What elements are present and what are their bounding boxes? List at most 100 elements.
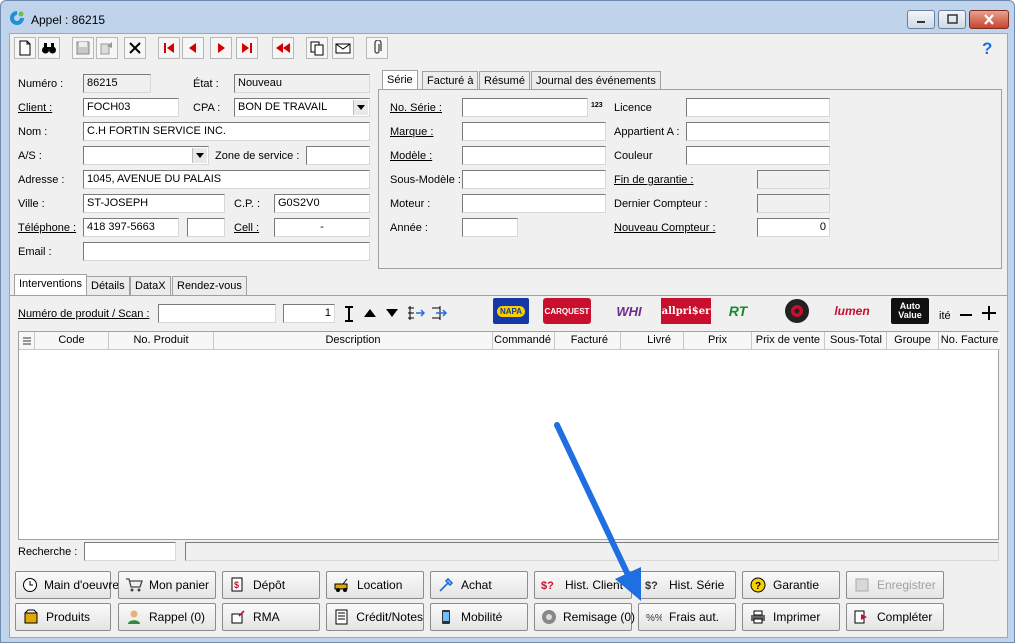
new-button[interactable]	[14, 37, 36, 59]
title-bar[interactable]: Appel : 86215	[1, 1, 1014, 33]
marque-field[interactable]	[462, 122, 606, 141]
appartient-field[interactable]	[686, 122, 830, 141]
adresse-field[interactable]: 1045, AVENUE DU PALAIS	[83, 170, 370, 189]
tab-interventions[interactable]: Interventions	[14, 274, 87, 295]
moteur-field[interactable]	[462, 194, 606, 213]
modele-label-link[interactable]: Modèle :	[390, 150, 432, 162]
allpriser-logo[interactable]: allpri$er	[661, 298, 711, 324]
col-no-produit[interactable]: No. Produit	[109, 332, 214, 350]
cell-label-link[interactable]: Cell :	[234, 222, 259, 234]
col-no-facture[interactable]: No. Facture	[939, 332, 1000, 350]
col-code[interactable]: Code	[35, 332, 109, 350]
enregistrer-button[interactable]: Enregistrer	[846, 571, 944, 599]
nouveau-compteur-label-link[interactable]: Nouveau Compteur :	[614, 222, 716, 234]
autovalue-logo[interactable]: Auto Value	[891, 298, 929, 324]
close-button[interactable]	[969, 10, 1009, 29]
telephone-label-link[interactable]: Téléphone :	[18, 222, 76, 234]
rma-button[interactable]: RMA	[222, 603, 320, 631]
cell-field[interactable]: -	[274, 218, 370, 237]
tab-serie[interactable]: Série	[382, 70, 418, 91]
fin-garantie-label-link[interactable]: Fin de garantie :	[614, 174, 694, 186]
recherche-field[interactable]	[84, 542, 176, 561]
mobilite-button[interactable]: Mobilité	[430, 603, 528, 631]
last-record-button[interactable]	[236, 37, 258, 59]
col-prix[interactable]: Prix	[684, 332, 752, 350]
col-livre[interactable]: Livré	[621, 332, 684, 350]
qty-field[interactable]: 1	[283, 304, 335, 323]
indent-icon[interactable]	[407, 305, 425, 321]
tab-details[interactable]: Détails	[86, 276, 130, 295]
outdent-icon[interactable]	[431, 305, 449, 321]
col-prix-vente[interactable]: Prix de vente	[752, 332, 825, 350]
email-button[interactable]	[332, 37, 354, 59]
telephone-field[interactable]: 418 397-5663	[83, 218, 179, 237]
delete-button[interactable]	[124, 37, 146, 59]
napa-logo[interactable]: NAPA	[493, 298, 529, 324]
tab-rendez-vous[interactable]: Rendez-vous	[172, 276, 247, 295]
duplicate-button[interactable]	[306, 37, 328, 59]
minus-icon[interactable]	[960, 310, 972, 320]
move-down-icon[interactable]	[385, 308, 399, 318]
garantie-button[interactable]: ? Garantie	[742, 571, 840, 599]
scan-field[interactable]	[158, 304, 276, 323]
licence-field[interactable]	[686, 98, 830, 117]
email-field[interactable]	[83, 242, 370, 261]
tab-facture-a[interactable]: Facturé à	[422, 71, 479, 90]
credit-notes-button[interactable]: Crédit/Notes	[326, 603, 424, 631]
whi-logo[interactable]: WHI	[609, 298, 649, 324]
cpa-select[interactable]: BON DE TRAVAIL	[234, 98, 370, 117]
couleur-field[interactable]	[686, 146, 830, 165]
next-record-button[interactable]	[210, 37, 232, 59]
first-record-button[interactable]	[158, 37, 180, 59]
tab-resume[interactable]: Résumé	[479, 71, 530, 90]
nom-field[interactable]: C.H FORTIN SERVICE INC.	[83, 122, 370, 141]
interventions-table[interactable]: Code No. Produit Description Commandé Fa…	[18, 331, 1000, 540]
previous-record-button[interactable]	[182, 37, 204, 59]
client-label-link[interactable]: Client :	[18, 102, 52, 114]
marque-label-link[interactable]: Marque :	[390, 126, 433, 138]
col-groupe[interactable]: Groupe	[887, 332, 939, 350]
main-oeuvre-button[interactable]: Main d'oeuvre	[15, 571, 119, 599]
tire-logo[interactable]	[780, 298, 814, 324]
annee-field[interactable]	[462, 218, 518, 237]
help-icon[interactable]: ?	[980, 39, 996, 57]
move-up-icon[interactable]	[363, 308, 377, 318]
column-chooser[interactable]	[19, 332, 35, 350]
maximize-button[interactable]	[938, 10, 966, 29]
numeric-123-icon[interactable]: 123	[591, 102, 603, 109]
as-select[interactable]	[83, 146, 209, 165]
col-commande[interactable]: Commandé	[493, 332, 555, 350]
chevron-down-icon[interactable]	[353, 100, 368, 115]
nouveau-compteur-field[interactable]: 0	[757, 218, 830, 237]
telephone-ext-field[interactable]	[187, 218, 225, 237]
depot-button[interactable]: $ Dépôt	[222, 571, 320, 599]
no-serie-label-link[interactable]: No. Série :	[390, 102, 442, 114]
text-cursor-icon[interactable]	[343, 306, 355, 322]
achat-button[interactable]: Achat	[430, 571, 528, 599]
chevron-down-icon[interactable]	[192, 148, 207, 163]
mon-panier-button[interactable]: Mon panier	[118, 571, 216, 599]
col-sous-total[interactable]: Sous-Total	[825, 332, 887, 350]
lumen-logo[interactable]: lumen	[827, 298, 877, 324]
copy-button[interactable]	[96, 37, 118, 59]
rewind-button[interactable]	[272, 37, 294, 59]
col-description[interactable]: Description	[214, 332, 493, 350]
modele-field[interactable]	[462, 146, 606, 165]
carquest-logo[interactable]: CARQUEST	[543, 298, 591, 324]
attachment-button[interactable]	[366, 37, 388, 59]
no-serie-field[interactable]	[462, 98, 588, 117]
search-button[interactable]	[38, 37, 60, 59]
tab-journal[interactable]: Journal des événements	[531, 71, 661, 90]
save-button[interactable]	[72, 37, 94, 59]
client-field[interactable]: FOCH03	[83, 98, 179, 117]
col-facture[interactable]: Facturé	[555, 332, 621, 350]
imprimer-button[interactable]: Imprimer	[742, 603, 840, 631]
rt-logo[interactable]: RT	[723, 298, 753, 324]
tab-datax[interactable]: DataX	[130, 276, 171, 295]
plus-icon[interactable]	[982, 306, 996, 320]
minimize-button[interactable]	[907, 10, 935, 29]
cp-field[interactable]: G0S2V0	[274, 194, 370, 213]
scan-label-link[interactable]: Numéro de produit / Scan :	[18, 308, 149, 320]
location-button[interactable]: Location	[326, 571, 424, 599]
ville-field[interactable]: ST-JOSEPH	[83, 194, 225, 213]
